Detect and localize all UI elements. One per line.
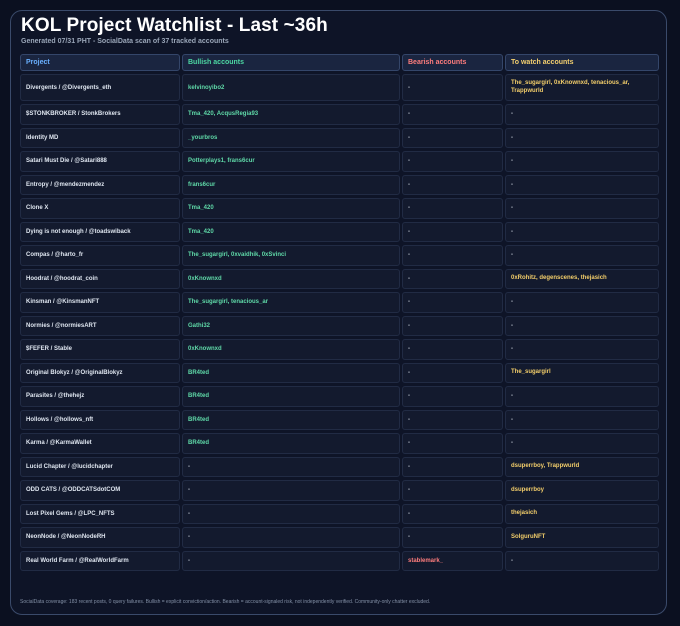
cell-bullish: - — [182, 456, 400, 477]
cell-watch: - — [505, 151, 659, 172]
cell-bearish: - — [402, 245, 503, 266]
cell-project: ODD CATS / @ODDCATSdotCOM — [20, 480, 180, 501]
cell-watch: 0xRohitz, degenscenes, thejasich — [505, 268, 659, 289]
watchlist-table: Project Bullish accounts Bearish account… — [20, 54, 659, 571]
cell-bearish: - — [402, 127, 503, 148]
cell-bullish: BR4ted — [182, 362, 400, 383]
cell-watch: - — [505, 221, 659, 242]
footnote: SocialData coverage: 183 recent posts, 0… — [20, 599, 431, 605]
cell-bearish: - — [402, 480, 503, 501]
cell-bearish: - — [402, 339, 503, 360]
cell-project: Hoodrat / @hoodrat_coin — [20, 268, 180, 289]
cell-project: Dying is not enough / @toadswiback — [20, 221, 180, 242]
cell-watch: - — [505, 127, 659, 148]
cell-project: $STONKBROKER / StonkBrokers — [20, 104, 180, 125]
cell-bearish: - — [402, 268, 503, 289]
column-header-project: Project — [20, 54, 180, 71]
cell-bearish: - — [402, 527, 503, 548]
cell-watch: - — [505, 433, 659, 454]
cell-bullish: BR4ted — [182, 386, 400, 407]
cell-watch: - — [505, 386, 659, 407]
cell-bullish: Tma_420 — [182, 221, 400, 242]
cell-project: Divergents / @Divergents_eth — [20, 74, 180, 101]
cell-bearish: - — [402, 198, 503, 219]
cell-bearish: - — [402, 433, 503, 454]
cell-project: Entropy / @mendezmendez — [20, 174, 180, 195]
cell-bullish: - — [182, 480, 400, 501]
cell-bullish: Potterplays1, frans6cur — [182, 151, 400, 172]
cell-watch: - — [505, 174, 659, 195]
cell-bullish: The_sugargirl, 0xvaidhik, 0xSvinci — [182, 245, 400, 266]
cell-project: NeonNode / @NeonNodeRH — [20, 527, 180, 548]
column-header-watch: To watch accounts — [505, 54, 659, 71]
cell-bearish: - — [402, 409, 503, 430]
page-subtitle: Generated 07/31 PHT - SocialData scan of… — [21, 38, 229, 45]
cell-bearish: - — [402, 386, 503, 407]
cell-bullish: kelvinoyibo2 — [182, 74, 400, 101]
cell-bullish: _yourbros — [182, 127, 400, 148]
cell-bullish: 0xKnownxd — [182, 339, 400, 360]
page-title: KOL Project Watchlist - Last ~36h — [21, 15, 328, 36]
cell-bearish: - — [402, 362, 503, 383]
cell-watch: - — [505, 292, 659, 313]
cell-watch: - — [505, 245, 659, 266]
cell-bullish: Tma_420 — [182, 198, 400, 219]
cell-watch: - — [505, 315, 659, 336]
cell-watch: dsuperrboy, Trappwurld — [505, 456, 659, 477]
cell-watch: SolguruNFT — [505, 527, 659, 548]
cell-watch: The_sugargirl, 0xKnownxd, tenacious_ar, … — [505, 74, 659, 101]
cell-project: Parasites / @thehejz — [20, 386, 180, 407]
cell-bullish: 0xKnownxd — [182, 268, 400, 289]
cell-project: Real World Farm / @RealWorldFarm — [20, 550, 180, 571]
cell-bullish: Tma_420, AcqusRegia93 — [182, 104, 400, 125]
cell-bearish: - — [402, 74, 503, 101]
column-header-bullish: Bullish accounts — [182, 54, 400, 71]
cell-bearish: - — [402, 292, 503, 313]
cell-project: Kinsman / @KinsmanNFT — [20, 292, 180, 313]
cell-watch: The_sugargirl — [505, 362, 659, 383]
cell-bullish: - — [182, 503, 400, 524]
cell-watch: - — [505, 198, 659, 219]
cell-project: Compas / @harto_fr — [20, 245, 180, 266]
cell-project: Clone X — [20, 198, 180, 219]
cell-watch: - — [505, 409, 659, 430]
cell-bearish: - — [402, 104, 503, 125]
cell-bullish: - — [182, 550, 400, 571]
cell-bearish: - — [402, 456, 503, 477]
cell-bullish: BR4ted — [182, 409, 400, 430]
column-header-bearish: Bearish accounts — [402, 54, 503, 71]
cell-bearish: - — [402, 151, 503, 172]
cell-bearish: - — [402, 503, 503, 524]
cell-bearish: - — [402, 174, 503, 195]
cell-project: Lucid Chapter / @lucidchapter — [20, 456, 180, 477]
cell-bearish: - — [402, 315, 503, 336]
cell-project: Original Blokyz / @OriginalBlokyz — [20, 362, 180, 383]
cell-bullish: Gathi32 — [182, 315, 400, 336]
cell-bullish: frans6cur — [182, 174, 400, 195]
cell-project: Satari Must Die / @Satari888 — [20, 151, 180, 172]
cell-watch: - — [505, 550, 659, 571]
cell-bearish: stablemark_ — [402, 550, 503, 571]
cell-project: Lost Pixel Gems / @LPC_NFTS — [20, 503, 180, 524]
cell-project: Hollows / @hollows_nft — [20, 409, 180, 430]
cell-bullish: The_sugargirl, tenacious_ar — [182, 292, 400, 313]
cell-watch: - — [505, 104, 659, 125]
cell-project: $FEFER / Stable — [20, 339, 180, 360]
cell-watch: dsuperrboy — [505, 480, 659, 501]
cell-bullish: - — [182, 527, 400, 548]
cell-bearish: - — [402, 221, 503, 242]
cell-project: Normies / @normiesART — [20, 315, 180, 336]
cell-bullish: BR4ted — [182, 433, 400, 454]
cell-watch: thejasich — [505, 503, 659, 524]
watchlist-panel: KOL Project Watchlist - Last ~36h Genera… — [10, 10, 667, 615]
cell-watch: - — [505, 339, 659, 360]
cell-project: Identity MD — [20, 127, 180, 148]
cell-project: Karma / @KarmaWallet — [20, 433, 180, 454]
